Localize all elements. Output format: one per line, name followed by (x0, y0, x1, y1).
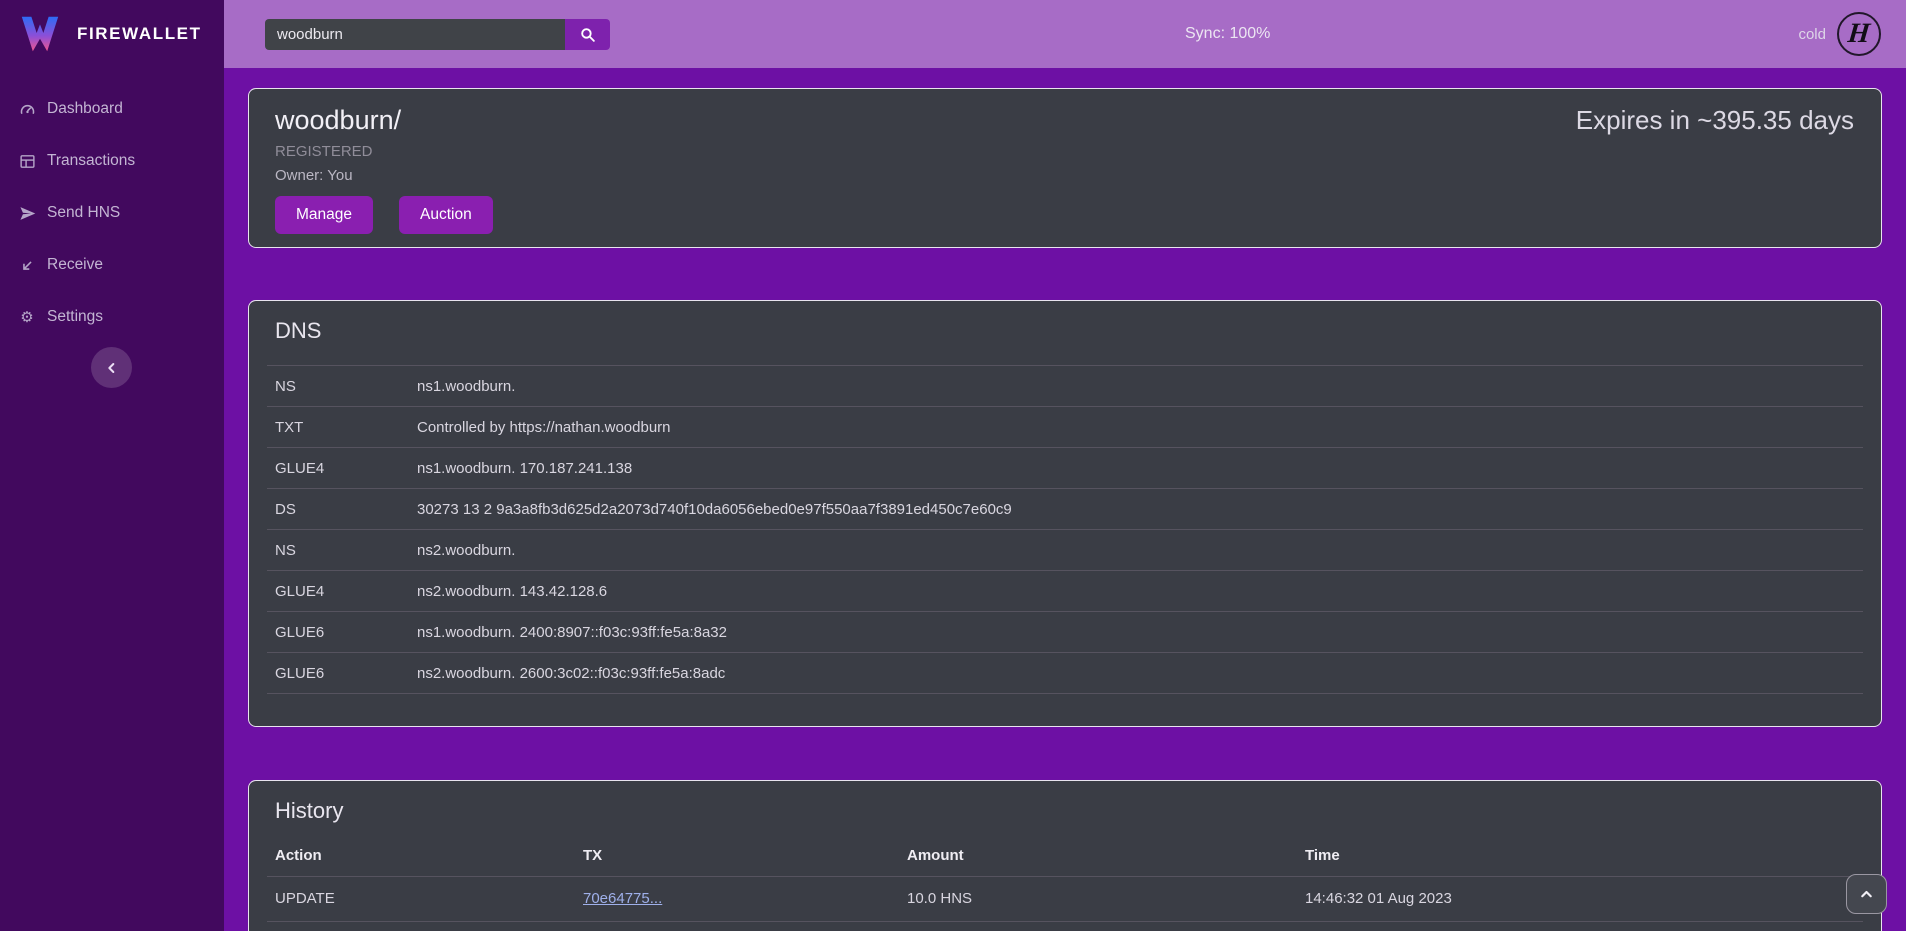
history-action: RENEW (267, 921, 575, 931)
dns-record-value: Controlled by https://nathan.woodburn (409, 407, 1863, 448)
dns-record-type: NS (267, 366, 409, 407)
dns-record-value: ns1.woodburn. 2400:8907::f03c:93ff:fe5a:… (409, 612, 1863, 653)
dns-record-type: TXT (267, 407, 409, 448)
dns-record-value: ns1.woodburn. (409, 366, 1863, 407)
dns-record-type: GLUE4 (267, 448, 409, 489)
wallet-group: cold H (1798, 0, 1881, 68)
dns-table: NS ns1.woodburn. TXT Controlled by https… (267, 365, 1863, 694)
domain-card: Expires in ~395.35 days woodburn/ REGIST… (248, 88, 1882, 248)
handshake-logo-icon[interactable]: H (1837, 12, 1881, 56)
dns-record-row: DS 30273 13 2 9a3a8fb3d625d2a2073d740f10… (267, 489, 1863, 530)
brand[interactable]: FIREWALLET (0, 0, 224, 67)
dns-record-row: GLUE6 ns1.woodburn. 2400:8907::f03c:93ff… (267, 612, 1863, 653)
history-column-action: Action (267, 836, 575, 876)
domain-status: REGISTERED (275, 143, 1855, 160)
auction-button[interactable]: Auction (399, 196, 493, 234)
sidebar-nav: Dashboard Transactions Send HNS (0, 83, 224, 343)
history-action: UPDATE (267, 876, 575, 921)
history-column-tx: TX (575, 836, 899, 876)
history-column-time: Time (1297, 836, 1863, 876)
history-title: History (249, 781, 1881, 824)
history-amount: 10.0 HNS (899, 876, 1297, 921)
dns-record-type: GLUE4 (267, 571, 409, 612)
sidebar-item-send-hns[interactable]: Send HNS (0, 187, 224, 239)
dns-record-row: GLUE4 ns1.woodburn. 170.187.241.138 (267, 448, 1863, 489)
tx-link[interactable]: 70e64775... (583, 890, 662, 907)
sidebar-item-dashboard[interactable]: Dashboard (0, 83, 224, 135)
sidebar-item-label: Dashboard (47, 100, 123, 118)
dns-record-value: ns1.woodburn. 170.187.241.138 (409, 448, 1863, 489)
history-amount: 10.0 HNS (899, 921, 1297, 931)
arrow-down-left-icon (18, 256, 36, 274)
scroll-top-button[interactable] (1846, 874, 1887, 914)
sidebar-item-settings[interactable]: ⚙ Settings (0, 291, 224, 343)
dns-record-value: ns2.woodburn. (409, 530, 1863, 571)
dns-record-row: GLUE6 ns2.woodburn. 2600:3c02::f03c:93ff… (267, 653, 1863, 694)
dns-record-type: GLUE6 (267, 653, 409, 694)
sidebar-item-label: Send HNS (47, 204, 120, 222)
chevron-up-icon (1858, 886, 1875, 903)
history-time: 15:47:36 07 Feb 2023 (1297, 921, 1863, 931)
topbar: Sync: 100% cold H (224, 0, 1906, 68)
chevron-left-icon (104, 360, 120, 376)
brand-name: FIREWALLET (77, 24, 202, 44)
sync-status: Sync: 100% (1185, 0, 1270, 68)
history-table: Action TX Amount Time UPDATE 70e64775...… (267, 836, 1863, 931)
history-column-amount: Amount (899, 836, 1297, 876)
history-header-row: Action TX Amount Time (267, 836, 1863, 876)
sidebar-item-label: Settings (47, 308, 103, 326)
search-icon (579, 26, 596, 43)
sidebar: FIREWALLET Dashboard Transactions (0, 0, 224, 931)
domain-actions: Manage Auction (275, 196, 1855, 234)
dns-record-row: TXT Controlled by https://nathan.woodbur… (267, 407, 1863, 448)
table-icon (18, 152, 36, 170)
dns-record-row: NS ns2.woodburn. (267, 530, 1863, 571)
main-content: Expires in ~395.35 days woodburn/ REGIST… (224, 68, 1906, 931)
search-group (265, 19, 610, 50)
dns-record-type: GLUE6 (267, 612, 409, 653)
dns-card: DNS NS ns1.woodburn. TXT Controlled by h… (248, 300, 1882, 727)
sidebar-item-label: Transactions (47, 152, 135, 170)
expiry-text: Expires in ~395.35 days (1576, 105, 1854, 136)
dns-record-type: DS (267, 489, 409, 530)
gauge-icon (18, 100, 36, 118)
wallet-name: cold (1798, 26, 1826, 43)
history-card: History Action TX Amount Time UPDATE 70e… (248, 780, 1882, 931)
paper-plane-icon (18, 204, 36, 222)
dns-record-row: GLUE4 ns2.woodburn. 143.42.128.6 (267, 571, 1863, 612)
dns-record-type: NS (267, 530, 409, 571)
sidebar-item-label: Receive (47, 256, 103, 274)
dns-record-value: ns2.woodburn. 143.42.128.6 (409, 571, 1863, 612)
sidebar-item-transactions[interactable]: Transactions (0, 135, 224, 187)
manage-button[interactable]: Manage (275, 196, 373, 234)
history-row: UPDATE 70e64775... 10.0 HNS 14:46:32 01 … (267, 876, 1863, 921)
domain-owner: Owner: You (275, 167, 1855, 184)
search-input[interactable] (265, 19, 565, 50)
dns-record-value: 30273 13 2 9a3a8fb3d625d2a2073d740f10da6… (409, 489, 1863, 530)
history-time: 14:46:32 01 Aug 2023 (1297, 876, 1863, 921)
sidebar-collapse-button[interactable] (91, 347, 132, 388)
dns-record-row: NS ns1.woodburn. (267, 366, 1863, 407)
dns-record-value: ns2.woodburn. 2600:3c02::f03c:93ff:fe5a:… (409, 653, 1863, 694)
history-row: RENEW 47f4e1... 10.0 HNS 15:47:36 07 Feb… (267, 921, 1863, 931)
sidebar-item-receive[interactable]: Receive (0, 239, 224, 291)
dns-title: DNS (249, 301, 1881, 344)
gear-icon: ⚙ (18, 308, 36, 326)
search-button[interactable] (565, 19, 610, 50)
firewallet-logo-icon (17, 11, 63, 57)
